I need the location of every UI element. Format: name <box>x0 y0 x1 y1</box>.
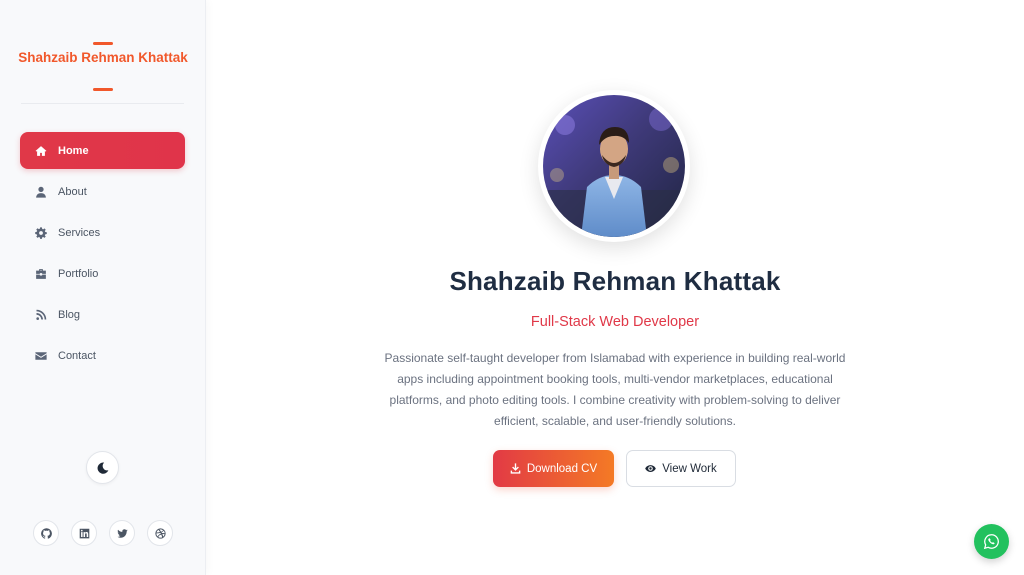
theme-toggle-button[interactable] <box>86 451 119 484</box>
sidebar-item-label: About <box>58 185 87 198</box>
avatar-frame <box>538 90 690 242</box>
hero-name: Shahzaib Rehman Khattak <box>449 266 781 296</box>
sidebar: Shahzaib Rehman Khattak Home About Servi… <box>0 0 206 575</box>
sidebar-item-services[interactable]: Services <box>20 214 185 251</box>
linkedin-icon <box>79 528 89 538</box>
github-icon <box>40 527 52 539</box>
sidebar-item-label: Home <box>58 144 89 157</box>
eye-icon <box>645 465 657 472</box>
brand: Shahzaib Rehman Khattak <box>0 0 206 104</box>
social-links <box>33 520 185 546</box>
hero-actions: Download CV View Work <box>493 450 736 487</box>
briefcase-icon <box>35 268 47 280</box>
envelope-icon <box>35 350 47 362</box>
download-cv-button[interactable]: Download CV <box>493 450 614 487</box>
brand-line-bottom <box>93 88 113 91</box>
sidebar-item-home[interactable]: Home <box>20 132 185 169</box>
whatsapp-button[interactable] <box>974 524 1009 559</box>
main-content: Shahzaib Rehman Khattak Full-Stack Web D… <box>206 0 1024 575</box>
moon-icon <box>97 462 108 474</box>
sidebar-item-contact[interactable]: Contact <box>20 337 185 374</box>
twitter-link[interactable] <box>109 520 135 546</box>
blog-icon <box>35 309 47 321</box>
sidebar-item-label: Contact <box>58 349 96 362</box>
view-work-button[interactable]: View Work <box>626 450 736 487</box>
avatar <box>543 95 685 237</box>
sidebar-item-about[interactable]: About <box>20 173 185 210</box>
sidebar-nav: Home About Services Portfolio Blog Conta… <box>20 132 185 378</box>
view-work-label: View Work <box>662 462 717 475</box>
hero-description: Passionate self-taught developer from Is… <box>384 351 846 428</box>
sidebar-item-label: Blog <box>58 308 81 321</box>
dribbble-icon <box>154 527 166 539</box>
sidebar-item-portfolio[interactable]: Portfolio <box>20 255 185 292</box>
download-icon <box>510 463 521 474</box>
sidebar-item-blog[interactable]: Blog <box>20 296 185 333</box>
user-icon <box>35 186 47 198</box>
brand-name[interactable]: Shahzaib Rehman Khattak <box>0 49 206 66</box>
dribbble-link[interactable] <box>147 520 173 546</box>
divider <box>21 103 184 104</box>
sidebar-item-label: Portfolio <box>58 267 99 280</box>
gear-icon <box>35 226 47 239</box>
hero-role: Full-Stack Web Developer <box>530 314 700 330</box>
download-cv-label: Download CV <box>526 462 598 475</box>
home-icon <box>35 145 47 157</box>
twitter-icon <box>116 528 128 538</box>
linkedin-link[interactable] <box>71 520 97 546</box>
github-link[interactable] <box>33 520 59 546</box>
whatsapp-icon <box>983 534 999 550</box>
sidebar-item-label: Services <box>58 226 101 239</box>
brand-line-top <box>93 42 113 45</box>
